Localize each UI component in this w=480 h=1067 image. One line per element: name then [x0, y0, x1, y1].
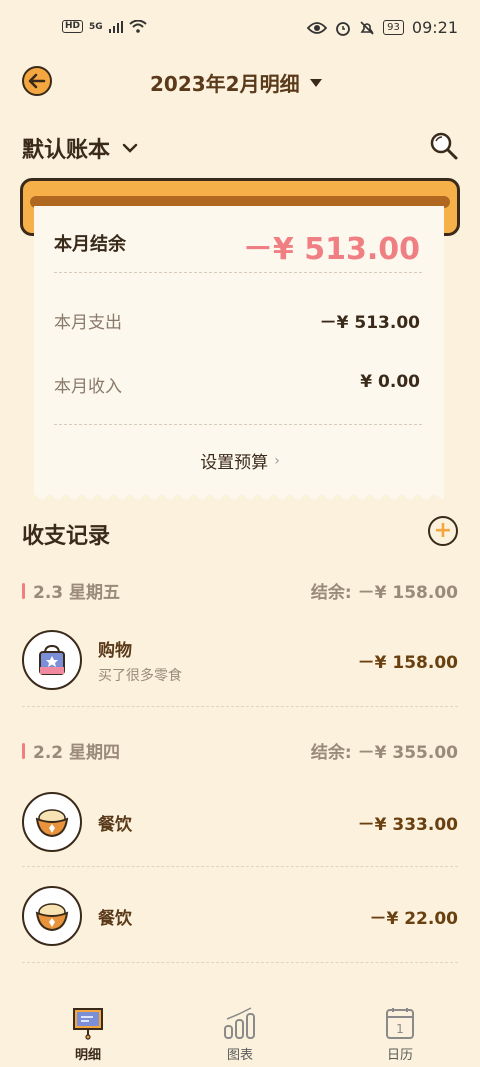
battery-indicator: 93: [383, 20, 404, 35]
income-label: 本月收入: [54, 377, 122, 397]
arrow-left-icon: [28, 73, 46, 89]
caret-down-icon: [309, 78, 322, 87]
chevron-down-icon: [122, 143, 138, 153]
calendar-icon: 1: [386, 1008, 414, 1039]
tab-details[interactable]: 明细: [48, 1006, 128, 1063]
records-title: 收支记录: [22, 524, 111, 549]
wifi-icon: [129, 20, 147, 33]
tab-details-label: 明细: [74, 1048, 101, 1063]
bottom-tab-bar: 明细 图表 1 日历: [0, 1000, 480, 1067]
chart-icon: [224, 1007, 255, 1039]
expense-value: －¥ 513.00: [319, 313, 420, 333]
balance-value: －¥ 513.00: [242, 232, 420, 267]
day-balance-label: 结余:: [310, 583, 352, 603]
day-balance-value: －¥ 158.00: [357, 583, 458, 603]
income-value: ¥ 0.00: [360, 372, 420, 392]
set-budget-label: 设置预算: [200, 453, 269, 473]
divider: [54, 424, 422, 425]
divider: [22, 962, 458, 963]
chevron-right-icon: ›: [274, 452, 280, 469]
record-category: 餐饮: [98, 908, 132, 929]
clock: 09:21: [411, 18, 458, 37]
set-budget-button[interactable]: 设置预算 ›: [0, 448, 480, 474]
record-amount: －¥ 158.00: [357, 652, 458, 673]
svg-text:1: 1: [396, 1022, 404, 1036]
day-balance-label: 结余:: [310, 743, 352, 763]
divider: [22, 706, 458, 707]
tab-calendar-label: 日历: [386, 1048, 413, 1063]
alarm-icon: [336, 21, 351, 36]
tab-calendar[interactable]: 1 日历: [360, 1006, 440, 1063]
day-marker: [22, 742, 25, 759]
hd-badge: HD: [62, 20, 84, 33]
day-date: 2.2 星期四: [33, 743, 121, 763]
back-button[interactable]: [22, 66, 52, 96]
food-bowl-icon: [22, 886, 82, 946]
tab-charts-label: 图表: [226, 1048, 253, 1063]
expense-label: 本月支出: [54, 313, 122, 333]
search-button[interactable]: [428, 130, 460, 162]
record-row[interactable]: 购物 买了很多零食 －¥ 158.00: [22, 630, 458, 690]
record-amount: －¥ 333.00: [357, 814, 458, 835]
day-date: 2.3 星期五: [33, 583, 121, 603]
day-header: 2.3 星期五 结余: －¥ 158.00: [22, 578, 458, 603]
divider: [22, 866, 458, 867]
record-row[interactable]: 餐饮 －¥ 22.00: [22, 886, 458, 946]
record-note: 买了很多零食: [98, 667, 182, 684]
balance-label: 本月结余: [54, 234, 126, 255]
record-category: 购物: [98, 640, 132, 661]
network-badge: 5G: [89, 21, 103, 32]
day-header: 2.2 星期四 结余: －¥ 355.00: [22, 738, 458, 763]
mute-bell-icon: [360, 20, 374, 35]
shopping-bag-icon: [22, 630, 82, 690]
month-selector[interactable]: 2023年2月明细: [150, 68, 322, 97]
day-marker: [22, 582, 25, 599]
account-book-selector[interactable]: 默认账本: [22, 132, 138, 164]
account-book-label: 默认账本: [22, 138, 111, 163]
eye-icon: [307, 21, 328, 34]
record-amount: －¥ 22.00: [369, 908, 458, 929]
day-balance-value: －¥ 355.00: [357, 743, 458, 763]
search-icon: [430, 132, 458, 160]
record-category: 餐饮: [98, 814, 132, 835]
board-icon: [73, 1008, 103, 1040]
food-bowl-icon: [22, 792, 82, 852]
tab-charts[interactable]: 图表: [200, 1006, 280, 1063]
plus-icon: +: [433, 518, 453, 543]
record-row[interactable]: 餐饮 －¥ 333.00: [22, 792, 458, 852]
status-bar: HD 5G 93 09:21: [0, 0, 480, 58]
signal-icon: [108, 20, 123, 33]
divider: [54, 272, 422, 273]
add-record-button[interactable]: +: [428, 516, 458, 546]
receipt-edge: [34, 490, 444, 500]
page-title: 2023年2月明细: [150, 72, 300, 96]
